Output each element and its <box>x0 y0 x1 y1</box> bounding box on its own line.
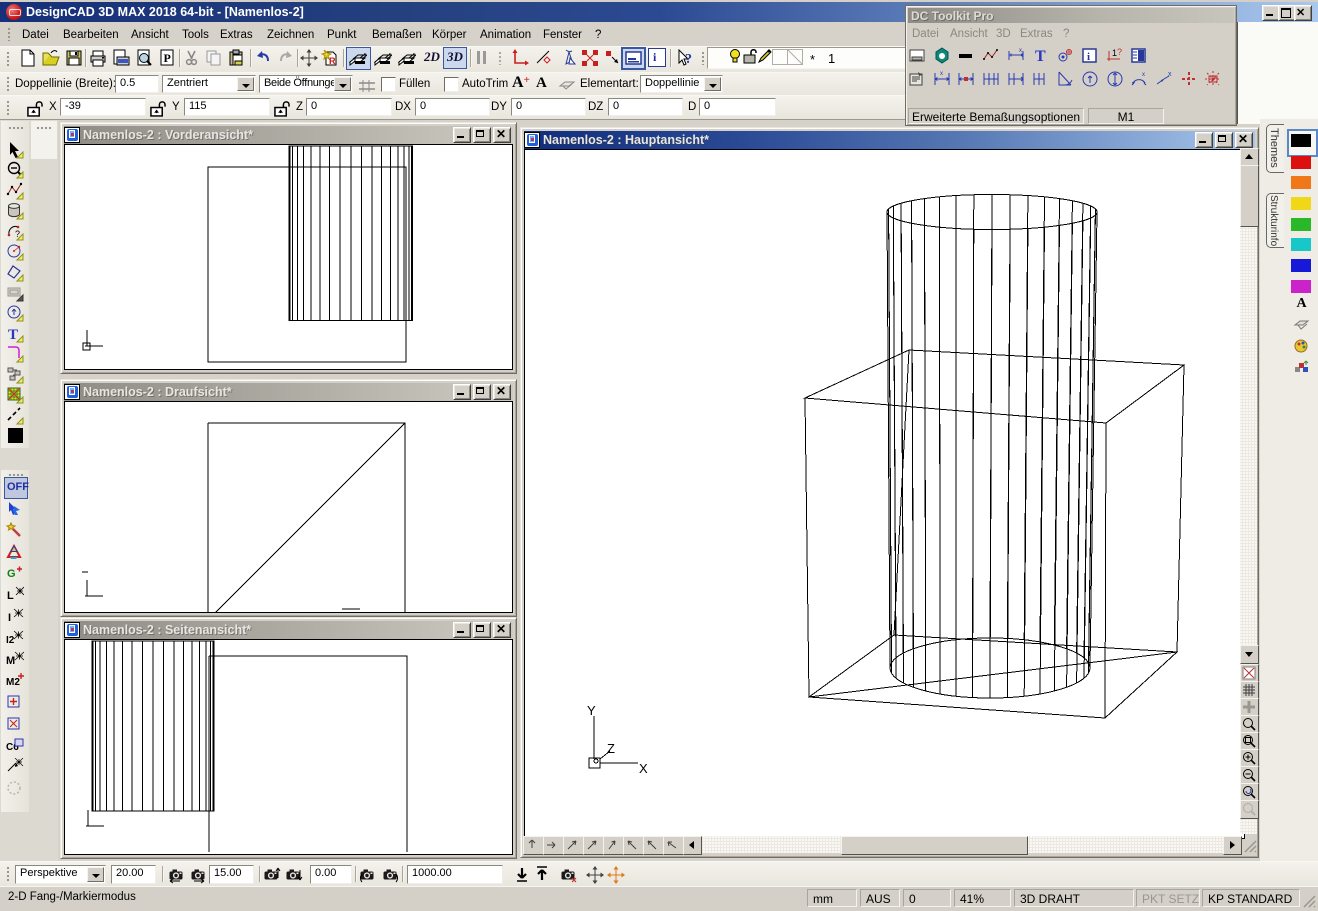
svg-text:x: x <box>1142 72 1145 78</box>
svg-text:R: R <box>329 56 336 66</box>
svg-text:X: X <box>639 761 648 776</box>
svg-text:P: P <box>164 51 171 65</box>
svg-text:x: x <box>1168 71 1172 78</box>
svg-text:x: x <box>940 71 943 77</box>
svg-text:T: T <box>8 327 18 343</box>
svg-text:Y: Y <box>587 703 596 718</box>
svg-text:I: I <box>8 612 11 624</box>
svg-text:M: M <box>6 655 15 667</box>
svg-text:I2: I2 <box>6 635 15 646</box>
svg-text:?: ? <box>1117 47 1122 57</box>
svg-text:L: L <box>7 590 14 602</box>
svg-text:M2: M2 <box>6 677 20 688</box>
svg-text:T: T <box>1035 48 1046 65</box>
svg-text:i: i <box>1087 51 1090 63</box>
svg-text:Z: Z <box>607 741 615 756</box>
svg-text:?: ? <box>685 52 692 67</box>
svg-text:x: x <box>1019 48 1022 54</box>
svg-text:G: G <box>7 568 16 580</box>
